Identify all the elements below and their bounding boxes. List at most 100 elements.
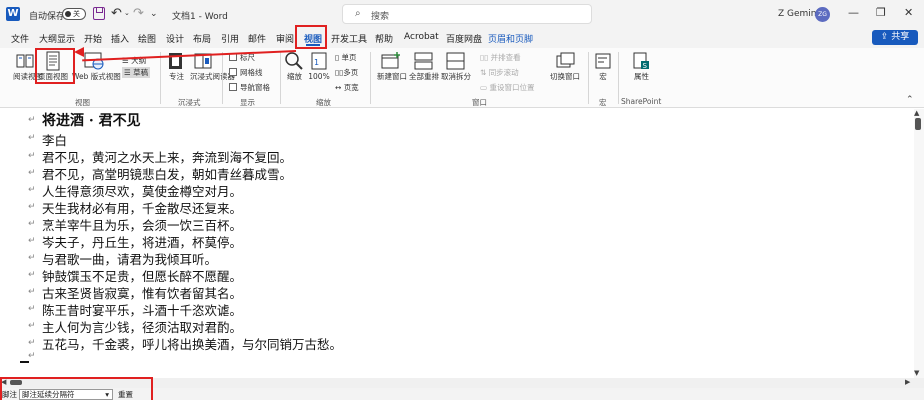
user-name[interactable]: Z Gemini: [778, 9, 819, 19]
tab-draw[interactable]: 绘图: [138, 32, 156, 45]
properties-icon: S: [633, 52, 649, 70]
multiple-pages-label: 多页: [343, 68, 359, 77]
scroll-right-icon[interactable]: ▶: [905, 378, 910, 386]
poem-title: 将进酒 · 君不见: [42, 113, 141, 129]
tab-help[interactable]: 帮助: [375, 32, 393, 45]
navigation-pane-label: 导航窗格: [240, 83, 270, 92]
search-box[interactable]: ⌕ 搜索: [342, 4, 592, 24]
highlight-footnote-pane: [0, 377, 153, 400]
one-page-icon: ▯: [335, 53, 340, 62]
page-width-label: 页宽: [343, 83, 359, 92]
web-layout-button[interactable]: Web 版式视图: [72, 72, 121, 81]
annotation-arrowhead: [74, 47, 84, 57]
remove-split-button[interactable]: 取消拆分: [440, 72, 472, 81]
undo-dropdown-icon[interactable]: ⌄: [124, 9, 130, 17]
highlight-print-layout: [35, 48, 75, 84]
focus-button[interactable]: 专注: [169, 72, 184, 81]
tab-references[interactable]: 引用: [221, 32, 239, 45]
arrange-all-icon: [414, 52, 433, 70]
one-page-button[interactable]: ▯ 单页: [335, 52, 357, 63]
tab-insert[interactable]: 插入: [111, 32, 129, 45]
collapse-ribbon-icon[interactable]: ⌃: [906, 95, 914, 105]
window-group-label: 窗口: [472, 98, 487, 107]
new-window-icon: [381, 52, 400, 69]
paragraph-mark: ↵: [28, 338, 36, 348]
tab-mailings[interactable]: 邮件: [248, 32, 266, 45]
reset-position-label: 重设窗口位置: [489, 83, 535, 92]
vertical-scroll-thumb[interactable]: [915, 118, 921, 130]
separator: [588, 52, 589, 104]
switch-windows-icon: [556, 52, 575, 68]
multiple-pages-button[interactable]: ▯▯多页: [335, 67, 358, 78]
save-icon[interactable]: [93, 7, 105, 20]
draft-view-button[interactable]: ☰ 草稿: [122, 67, 151, 78]
paragraph-mark: ↵: [28, 133, 36, 143]
zoom-100-button[interactable]: 100%: [308, 72, 330, 81]
draft-icon: ☰: [124, 68, 131, 77]
scroll-down-icon[interactable]: ▼: [914, 369, 919, 377]
sync-scroll-icon: ⇅: [480, 68, 487, 77]
scroll-up-icon[interactable]: ▲: [914, 109, 919, 117]
tab-home[interactable]: 开始: [84, 32, 102, 45]
svg-text:1: 1: [314, 58, 319, 67]
draft-label: 草稿: [133, 68, 149, 77]
autosave-state: 关: [73, 10, 80, 18]
paragraph-mark: ↵: [28, 185, 36, 195]
share-button[interactable]: ⇪ 共享: [872, 30, 918, 45]
tab-review[interactable]: 审阅: [276, 32, 294, 45]
zoom-button[interactable]: 缩放: [287, 72, 302, 81]
view-side-by-side-button[interactable]: ▯▯ 并排查看: [480, 52, 521, 63]
immersive-reader-button[interactable]: 沉浸式阅读器: [190, 72, 235, 81]
read-mode-button[interactable]: 阅读视图: [13, 72, 43, 81]
tab-outline[interactable]: 大纲显示: [39, 32, 75, 45]
share-icon: ⇪: [880, 32, 889, 42]
sync-scroll-button[interactable]: ⇅ 同步滚动: [480, 67, 519, 78]
tab-file[interactable]: 文件: [11, 32, 29, 45]
paragraph-mark: ↵: [28, 351, 36, 361]
paragraph-mark: ↵: [28, 270, 36, 280]
gridlines-checkbox[interactable]: [229, 68, 237, 76]
properties-button[interactable]: 属性: [634, 72, 649, 81]
side-by-side-label: 并排查看: [490, 53, 521, 62]
paragraph-mark: ↵: [28, 202, 36, 212]
paragraph-mark: ↵: [28, 151, 36, 161]
svg-text:S: S: [643, 62, 648, 70]
separator: [280, 52, 281, 104]
undo-icon[interactable]: ↶: [111, 6, 122, 21]
tab-layout[interactable]: 布局: [193, 32, 211, 45]
paragraph-mark: ↵: [28, 253, 36, 263]
navigation-pane-checkbox[interactable]: [229, 83, 237, 91]
tab-developer[interactable]: 开发工具: [331, 32, 367, 45]
arrange-all-button[interactable]: 全部重排: [408, 72, 440, 81]
macros-button[interactable]: 宏: [597, 72, 609, 81]
tab-header-footer[interactable]: 页眉和页脚: [488, 32, 533, 45]
minimize-button[interactable]: —: [848, 6, 859, 19]
paragraph-mark: ↵: [28, 321, 36, 331]
restore-button[interactable]: ❐: [876, 6, 886, 19]
word-logo-icon: W: [6, 7, 20, 21]
read-mode-icon: [16, 54, 34, 68]
paragraph-mark: ↵: [28, 304, 36, 314]
poem-line: 五花马，千金裘，呼儿将出换美酒，与尔同销万古愁。: [42, 337, 343, 352]
tab-baidu-netdisk[interactable]: 百度网盘: [446, 32, 482, 45]
paragraph-mark: ↵: [28, 287, 36, 297]
avatar[interactable]: ZG: [815, 7, 830, 22]
zoom-icon: [285, 52, 303, 70]
tab-design[interactable]: 设计: [166, 32, 184, 45]
page-width-button[interactable]: ↔ 页宽: [335, 82, 359, 93]
redo-icon[interactable]: ↷: [133, 6, 144, 21]
close-button[interactable]: ✕: [904, 6, 913, 19]
customize-qat-icon[interactable]: ⌄: [150, 9, 158, 19]
vertical-scrollbar[interactable]: [914, 109, 924, 379]
macros-group-label: 宏: [599, 98, 607, 107]
new-window-button[interactable]: 新建窗口: [376, 72, 408, 81]
page-width-icon: ↔: [335, 83, 342, 92]
immersive-group-label: 沉浸式: [178, 98, 201, 107]
separator: [618, 52, 619, 104]
switch-windows-button[interactable]: 切换窗口: [549, 72, 581, 81]
side-by-side-icon: ▯▯: [480, 53, 489, 62]
text-cursor: [20, 361, 29, 363]
share-label: 共享: [891, 32, 910, 42]
tab-acrobat[interactable]: Acrobat: [404, 32, 439, 42]
reset-window-position-button[interactable]: ▭ 重设窗口位置: [480, 82, 534, 93]
